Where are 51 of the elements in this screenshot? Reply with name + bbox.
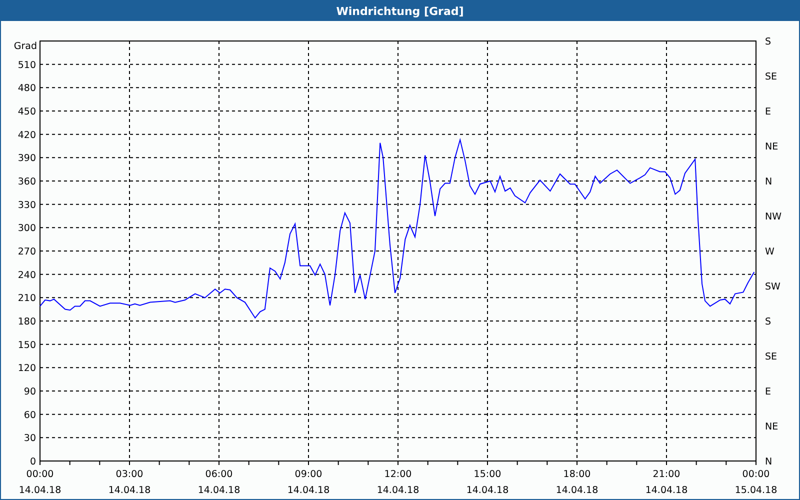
window-title: Windrichtung [Grad] xyxy=(1,1,799,21)
tick-label: 180 xyxy=(18,316,36,328)
compass-label: N xyxy=(765,176,772,188)
tick-label: 12:00 xyxy=(384,469,412,480)
tick-label: 30 xyxy=(24,433,36,444)
date-label: 14.04.18 xyxy=(466,485,509,496)
compass-label: NW xyxy=(765,212,782,222)
date-label: 14.04.18 xyxy=(376,485,420,496)
tick-label: 300 xyxy=(18,223,36,234)
compass-label: S xyxy=(765,36,772,48)
tick-label: 21:00 xyxy=(652,469,680,480)
tick-label: 270 xyxy=(18,246,36,258)
tick-label: 420 xyxy=(18,130,36,141)
date-label: 14.04.18 xyxy=(556,485,598,496)
tick-label: 90 xyxy=(24,386,36,398)
tick-label: 360 xyxy=(18,176,36,188)
compass-label: NE xyxy=(765,142,778,152)
compass-label: W xyxy=(765,246,774,258)
tick-label: 15:00 xyxy=(474,469,502,480)
tick-label: 210 xyxy=(18,293,36,304)
tick-label: 06:00 xyxy=(205,469,233,480)
date-label: 14.04.18 xyxy=(18,485,62,496)
date-label: 14.04.18 xyxy=(198,485,240,496)
tick-label: 480 xyxy=(18,83,36,94)
tick-label: 150 xyxy=(18,340,36,351)
compass-label: SE xyxy=(765,352,778,362)
tick-label: 390 xyxy=(18,153,36,164)
date-label: 15.04.18 xyxy=(734,485,778,496)
tick-label: 00:00 xyxy=(742,469,770,480)
date-label: 14.04.18 xyxy=(287,485,330,496)
tick-label: 00:00 xyxy=(26,469,54,480)
compass-label: E xyxy=(765,386,772,398)
tick-label: 120 xyxy=(18,363,36,374)
tick-label: 450 xyxy=(18,106,36,118)
compass-label: NE xyxy=(765,422,778,432)
tick-label: 240 xyxy=(18,270,36,281)
axis-title: Grad xyxy=(14,41,37,52)
tick-label: 03:00 xyxy=(116,469,144,480)
compass-label: E xyxy=(765,106,772,118)
tick-label: 60 xyxy=(24,410,36,421)
tick-label: 0 xyxy=(30,456,36,468)
compass-label: SW xyxy=(765,282,780,292)
date-label: 14.04.18 xyxy=(645,485,688,496)
tick-label: 09:00 xyxy=(294,469,322,480)
compass-label: N xyxy=(765,456,772,468)
tick-label: 330 xyxy=(18,200,36,211)
compass-label: SE xyxy=(765,72,778,82)
date-label: 14.04.18 xyxy=(108,485,151,496)
compass-label: S xyxy=(765,316,772,328)
tick-label: 18:00 xyxy=(563,469,591,480)
tick-label: 510 xyxy=(18,60,36,71)
